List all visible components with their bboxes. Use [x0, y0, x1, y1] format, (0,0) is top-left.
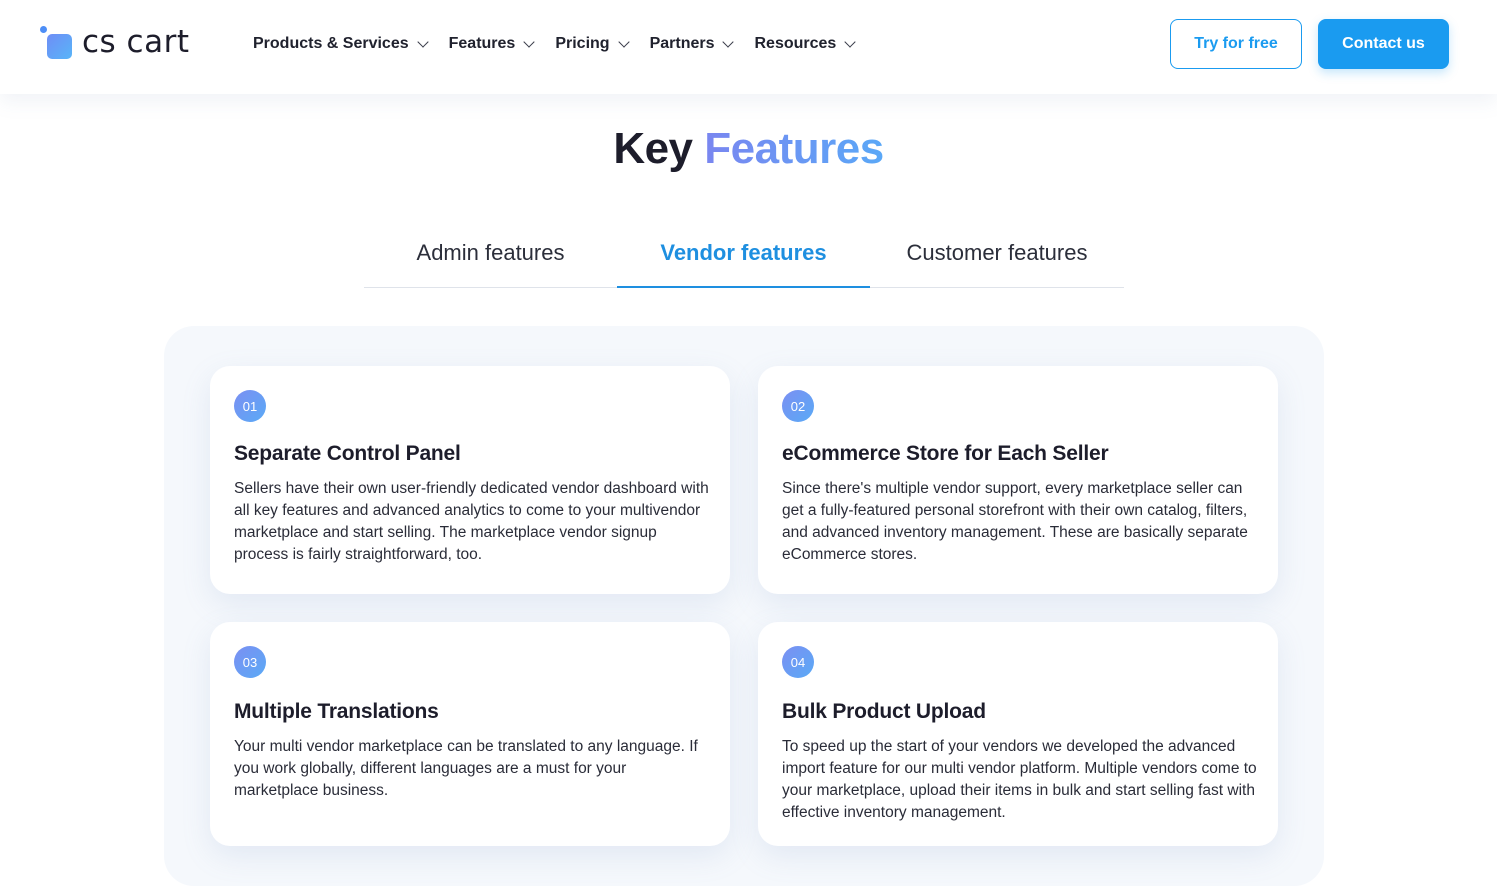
feature-title: Bulk Product Upload [782, 700, 986, 723]
tab-vendor-features[interactable]: Vendor features [617, 228, 870, 288]
feature-card: 04 Bulk Product Upload To speed up the s… [758, 622, 1278, 846]
nav-label: Resources [754, 35, 837, 52]
nav-item-features[interactable]: Features [448, 33, 535, 55]
nav-label: Partners [649, 35, 715, 52]
feature-description: Your multi vendor marketplace can be tra… [234, 738, 698, 799]
section-title-part1: Key [613, 124, 693, 173]
nav-item-resources[interactable]: Resources [754, 33, 856, 55]
feature-description: To speed up the start of your vendors we… [782, 738, 1257, 821]
feature-title: Separate Control Panel [234, 442, 461, 465]
section-title: Key Features [0, 124, 1497, 174]
chevron-down-icon [844, 36, 856, 48]
feature-card: 03 Multiple Translations Your multi vend… [210, 622, 730, 846]
feature-number-badge: 04 [782, 646, 814, 678]
nav-item-partners[interactable]: Partners [649, 33, 735, 55]
cs-cart-logo[interactable]: cs cart [38, 22, 190, 62]
site-header: cs cart Products & Services Features Pri… [0, 0, 1497, 94]
feature-card: 02 eCommerce Store for Each Seller Since… [758, 366, 1278, 594]
feature-tabs: Admin features Vendor features Customer … [364, 228, 1124, 288]
chevron-down-icon [617, 36, 630, 48]
feature-title: Multiple Translations [234, 700, 439, 723]
contact-us-button[interactable]: Contact us [1318, 19, 1449, 69]
logo-icon [38, 24, 74, 60]
feature-description: Since there's multiple vendor support, e… [782, 480, 1248, 563]
feature-number-badge: 03 [234, 646, 266, 678]
logo-text: cs cart [82, 24, 190, 60]
nav-item-products-services[interactable]: Products & Services [253, 33, 429, 55]
nav-label: Pricing [555, 35, 610, 52]
feature-description: Sellers have their own user-friendly ded… [234, 480, 709, 563]
nav-label: Features [448, 35, 516, 52]
tab-admin-features[interactable]: Admin features [364, 228, 617, 288]
chevron-down-icon [416, 36, 429, 48]
try-for-free-button[interactable]: Try for free [1170, 19, 1302, 69]
feature-number-badge: 01 [234, 390, 266, 422]
nav-item-pricing[interactable]: Pricing [555, 33, 630, 55]
chevron-down-icon [722, 36, 735, 48]
feature-title: eCommerce Store for Each Seller [782, 442, 1109, 465]
feature-number-badge: 02 [782, 390, 814, 422]
chevron-down-icon [523, 36, 535, 48]
nav-label: Products & Services [253, 35, 409, 52]
section-title-part2: Features [704, 124, 884, 173]
tab-customer-features[interactable]: Customer features [870, 228, 1124, 288]
main-nav: Products & Services Features Pricing Par… [253, 33, 876, 55]
feature-card: 01 Separate Control Panel Sellers have t… [210, 366, 730, 594]
